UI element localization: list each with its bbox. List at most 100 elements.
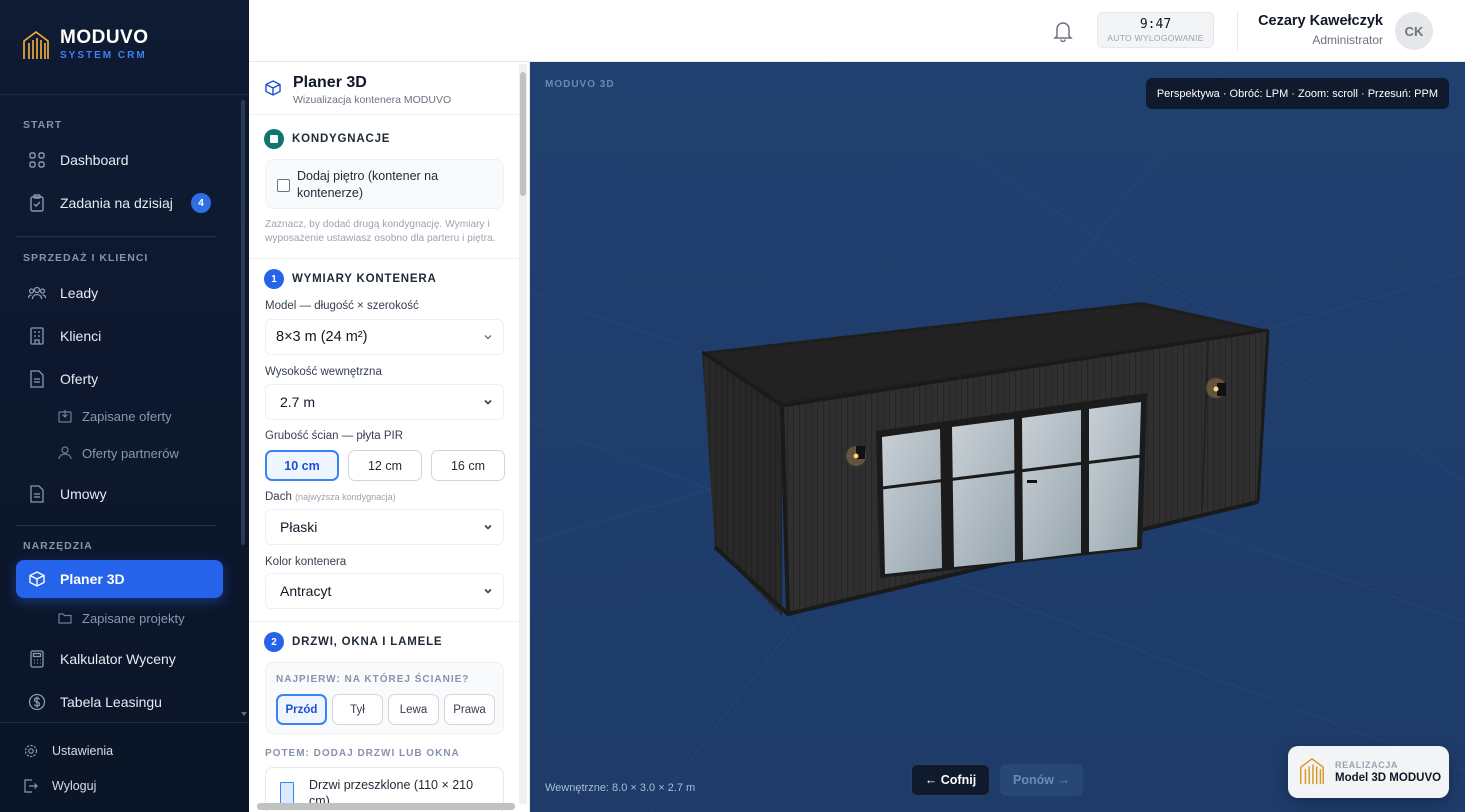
user-info[interactable]: Cezary Kawełczyk Administrator [1258,13,1383,47]
sidebar-item-contracts[interactable]: Umowy [16,475,223,513]
panel-subtitle: Wizualizacja kontenera MODUVO [293,94,452,106]
bell-icon[interactable] [1053,20,1073,43]
divider [249,258,519,259]
sidebar-item-clients[interactable]: Klienci [16,317,223,355]
sidebar: MODUVO SYSTEM CRM START Dashboard Zadani… [0,0,249,812]
sidebar-item-saved-projects[interactable]: Zapisane projekty [58,604,228,632]
model-select[interactable]: 8×3 m (24 m²) [265,319,504,355]
cube-icon [28,570,46,588]
step-number: 1 [264,269,284,289]
divider [0,94,249,95]
sidebar-item-offers[interactable]: Oferty [16,360,223,398]
sidebar-item-leads[interactable]: Leady [16,274,223,312]
wall-question: NAJPIERW: NA KTÓREJ ŚCIANIE? [276,674,470,685]
sidebar-item-label: Zapisane oferty [82,408,172,424]
section-tools: NARZĘDZIA [23,540,93,552]
sidebar-item-label: Ustawienia [52,744,114,758]
wall-option-16[interactable]: 16 cm [431,450,505,481]
badge-caption: REALIZACJA [1335,760,1399,770]
wall-thickness-options: 10 cm 12 cm 16 cm [265,450,505,481]
roof-select[interactable]: Płaski [265,509,504,545]
panel-title: Planer 3D [293,74,367,91]
sidebar-item-partner-offers[interactable]: Oferty partnerów [58,439,228,467]
divider [16,236,216,237]
badge-title: Model 3D MODUVO [1335,772,1442,784]
add-floor-label: Dodaj piętro (kontener na kontenerze) [297,169,439,200]
clipboard-check-icon [28,194,46,212]
model-value: 8×3 m (24 m²) [276,329,368,345]
viewport-3d[interactable]: MODUVO 3D Perspektywa · Obróć: LPM · Zoo… [530,62,1465,812]
gear-icon [24,744,38,758]
add-floor-checkbox[interactable] [277,179,290,192]
height-select[interactable]: 2.7 m [265,384,504,420]
sidebar-item-label: Oferty [60,371,99,387]
chevron-down-icon [484,335,492,340]
section-openings-heading: 2 DRZWI, OKNA I LAMELE [264,632,442,652]
sidebar-item-calculator[interactable]: Kalkulator Wyceny [16,640,223,678]
avatar[interactable]: CK [1395,12,1433,50]
sidebar-item-tasks[interactable]: Zadania na dzisiaj 4 [16,184,223,222]
panel-scrollbar[interactable] [520,72,526,196]
wall-lamp-right [1206,378,1226,398]
chevron-down-icon [484,588,492,594]
sidebar-item-label: Umowy [60,486,107,502]
sidebar-item-saved-offers[interactable]: Zapisane oferty [58,402,228,430]
sidebar-item-label: Leady [60,285,99,301]
auto-logout-timer: 9:47 AUTO WYLOGOWANIE [1097,12,1214,48]
grid-icon [28,151,46,169]
planner-panel: Planer 3D Wizualizacja kontenera MODUVO … [249,62,530,812]
sidebar-item-dashboard[interactable]: Dashboard [16,141,223,179]
realization-badge: REALIZACJA Model 3D MODUVO [1288,746,1449,798]
section-start: START [23,119,63,131]
scene-3d[interactable] [530,62,1465,812]
brand[interactable]: MODUVO SYSTEM CRM [22,28,149,61]
sidebar-item-settings[interactable]: Ustawienia [12,736,219,766]
panel-horizontal-scrollbar[interactable] [257,803,515,810]
divider [249,621,519,622]
sidebar-item-label: Kalkulator Wyceny [60,651,176,667]
sidebar-scrollbar[interactable] [241,100,245,545]
color-select[interactable]: Antracyt [265,573,504,609]
building-icon [28,327,46,345]
sidebar-item-label: Zadania na dzisiaj [60,195,173,211]
section-sales: SPRZEDAŻ I KLIENCI [23,252,149,264]
floors-step-icon [264,129,284,149]
viewport-tag: MODUVO 3D [545,79,615,90]
wall-left-button[interactable]: Lewa [388,694,439,725]
sidebar-item-label: Zapisane projekty [82,610,185,626]
sidebar-item-label: Planer 3D [60,571,125,587]
redo-button[interactable]: Ponów → [1000,764,1083,796]
section-floors-heading: KONDYGNACJE [264,129,390,149]
wall-back-button[interactable]: Tył [332,694,383,725]
height-label: Wysokość wewnętrzna [265,366,382,378]
users-icon [28,284,46,302]
timer-label: AUTO WYLOGOWANIE [1107,33,1204,43]
scroll-down-icon[interactable] [241,712,247,716]
sidebar-item-label: Dashboard [60,152,129,168]
undo-button[interactable]: ← Cofnij [911,764,990,796]
wall-right-button[interactable]: Prawa [444,694,495,725]
logout-icon [24,779,38,793]
top-bar: 9:47 AUTO WYLOGOWANIE Cezary Kawełczyk A… [249,0,1465,62]
wall-option-12[interactable]: 12 cm [348,450,422,481]
step-number: 2 [264,632,284,652]
divider [249,114,519,115]
add-floor-option[interactable]: Dodaj piętro (kontener na kontenerze) [265,159,504,209]
tasks-count-badge: 4 [191,193,211,213]
wall-option-10[interactable]: 10 cm [265,450,339,481]
user-role: Administrator [1312,33,1383,47]
floors-hint: Zaznacz, by dodać drugą kondygnację. Wym… [265,219,496,244]
sidebar-item-logout[interactable]: Wyloguj [12,771,219,801]
roof-note: (najwyższa kondygnacja) [295,492,396,502]
color-label: Kolor kontenera [265,556,347,568]
cube-icon [265,80,283,98]
wall-front-button[interactable]: Przód [276,694,327,725]
brand-subtitle: SYSTEM CRM [60,50,147,61]
sidebar-item-label: Tabela Leasingu [60,694,162,710]
model-label: Model — długość × szerokość [265,300,419,312]
wall-lamp-left [846,446,866,466]
sidebar-item-label: Klienci [60,328,102,344]
sidebar-item-planner-3d[interactable]: Planer 3D [16,560,223,598]
sidebar-item-leasing[interactable]: Tabela Leasingu [16,683,223,721]
inbox-download-icon [58,409,72,423]
